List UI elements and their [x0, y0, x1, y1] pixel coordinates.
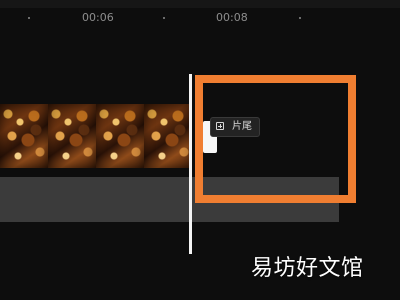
time-marker-0008: 00:08 [216, 11, 248, 24]
playhead[interactable] [189, 74, 192, 254]
video-clip-track[interactable] [0, 104, 190, 168]
ruler-tick-dot [299, 17, 301, 19]
watermark-text: 易坊好文馆 [251, 256, 364, 281]
time-marker-0006: 00:06 [82, 11, 114, 24]
video-thumbnail [96, 104, 144, 168]
video-timeline-editor: 00:06 00:08 片尾 易坊好文馆 [0, 0, 400, 300]
video-thumbnail [0, 104, 48, 168]
ruler-tick-dot [28, 17, 30, 19]
top-strip [0, 0, 400, 8]
video-thumbnail [144, 104, 190, 168]
video-thumbnail [48, 104, 96, 168]
ruler-tick-dot [163, 17, 165, 19]
highlight-frame [195, 75, 356, 203]
time-ruler[interactable]: 00:06 00:08 [0, 8, 400, 30]
